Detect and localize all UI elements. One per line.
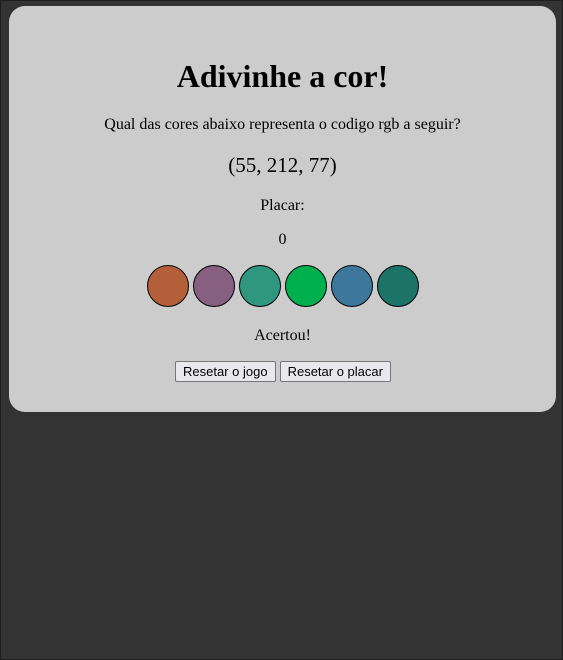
- answer-message: Acertou!: [254, 327, 311, 344]
- score-value: 0: [278, 231, 287, 248]
- ball-5[interactable]: [331, 265, 373, 307]
- reset-score-button[interactable]: Resetar o placar: [279, 361, 391, 382]
- ball-3[interactable]: [239, 265, 281, 307]
- score-label: Placar:: [260, 197, 305, 214]
- color-balls: [9, 265, 556, 307]
- ball-1[interactable]: [147, 265, 189, 307]
- question-text: Qual das cores abaixo representa o codig…: [104, 116, 461, 133]
- ball-2[interactable]: [193, 265, 235, 307]
- page-title: Adivinhe a cor!: [176, 58, 389, 94]
- game-card: Adivinhe a cor! Qual das cores abaixo re…: [9, 6, 556, 412]
- rgb-code: (55, 212, 77): [228, 153, 337, 177]
- reset-game-button[interactable]: Resetar o jogo: [175, 361, 276, 382]
- button-row: Resetar o jogo Resetar o placar: [9, 361, 556, 382]
- ball-4[interactable]: [285, 265, 327, 307]
- ball-6[interactable]: [377, 265, 419, 307]
